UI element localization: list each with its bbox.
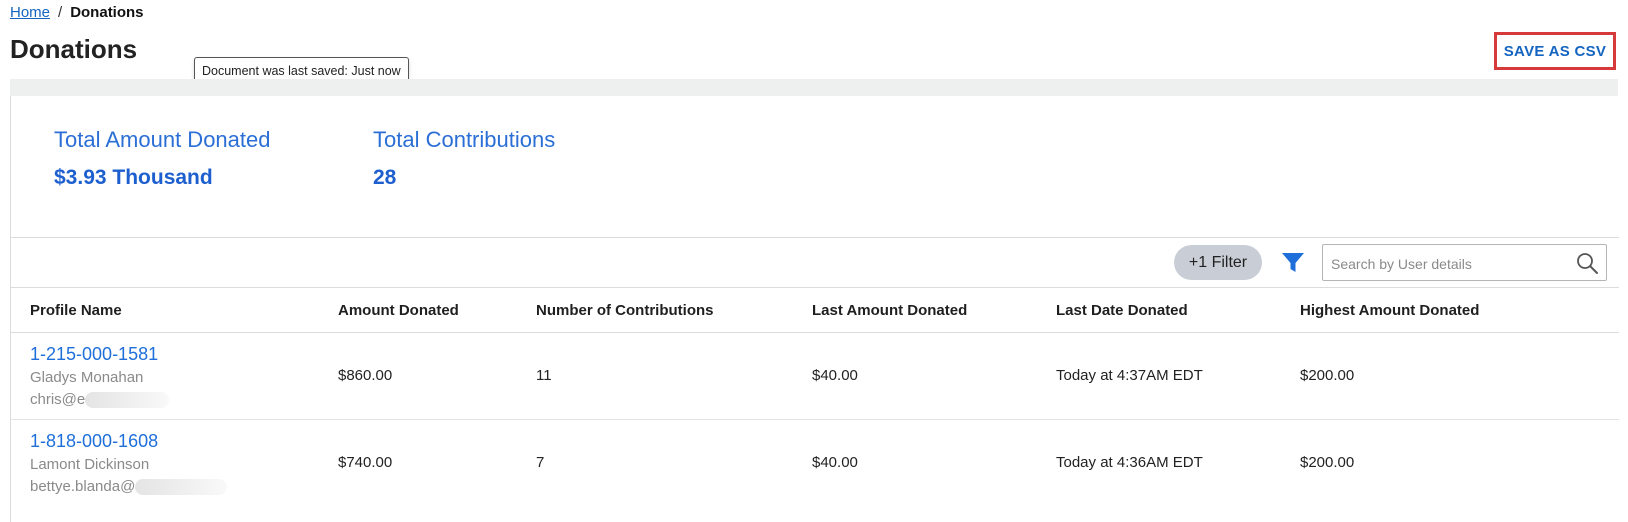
save-as-csv-button[interactable]: SAVE AS CSV [1494,32,1616,70]
email-text: bettye.blanda@ [30,478,136,495]
table-row: 1-818-000-1608 Lamont Dickinson bettye.b… [11,420,1619,522]
breadcrumb-separator: / [58,4,63,21]
cell-number-of-contributions: 7 [536,454,545,471]
cell-number-of-contributions: 11 [536,367,552,384]
column-header-last-date-donated[interactable]: Last Date Donated [1056,302,1188,319]
divider [11,237,1619,238]
breadcrumb-home-link[interactable]: Home [10,4,50,21]
donations-panel: Total Amount Donated $3.93 Thousand Tota… [10,96,1619,522]
header-band [10,79,1618,96]
redacted-blur [85,392,170,409]
funnel-icon[interactable] [1281,252,1305,274]
stat-total-contributions: Total Contributions 28 [373,127,555,190]
breadcrumb: Home / Donations [10,4,144,21]
cell-amount-donated: $860.00 [338,367,393,384]
cell-last-amount-donated: $40.00 [812,454,858,471]
stat-label: Total Contributions [373,127,556,152]
search-icon[interactable] [1575,251,1599,275]
column-header-profile-name[interactable]: Profile Name [30,302,122,319]
profile-name: Gladys Monahan [30,369,144,386]
search-input[interactable] [1329,245,1571,282]
page-title: Donations [10,34,138,64]
stat-label: Total Amount Donated [54,127,271,152]
search-box [1322,244,1607,282]
cell-last-date-donated: Today at 4:36AM EDT [1056,454,1203,471]
column-header-number-of-contributions[interactable]: Number of Contributions [536,302,713,319]
profile-email: bettye.blanda@ [30,478,228,496]
divider [11,287,1619,288]
column-header-last-amount-donated[interactable]: Last Amount Donated [812,302,967,319]
cell-last-amount-donated: $40.00 [812,367,858,384]
cell-amount-donated: $740.00 [338,454,393,471]
breadcrumb-current: Donations [70,4,144,21]
redacted-blur [135,479,228,496]
stat-total-amount: Total Amount Donated $3.93 Thousand [54,127,270,190]
column-header-highest-amount-donated[interactable]: Highest Amount Donated [1300,302,1479,319]
stat-value: 28 [373,166,397,189]
stat-value: $3.93 Thousand [54,166,213,189]
profile-phone-link[interactable]: 1-818-000-1608 [30,431,158,452]
profile-name: Lamont Dickinson [30,456,150,473]
cell-last-date-donated: Today at 4:37AM EDT [1056,367,1203,384]
profile-email: chris@e [30,391,170,409]
email-text: chris@e [30,391,86,408]
table-row: 1-215-000-1581 Gladys Monahan chris@e $8… [11,333,1619,419]
profile-phone-link[interactable]: 1-215-000-1581 [30,344,158,365]
column-header-amount-donated[interactable]: Amount Donated [338,302,459,319]
filter-count-button[interactable]: +1 Filter [1174,245,1262,280]
cell-highest-amount-donated: $200.00 [1300,454,1355,471]
cell-highest-amount-donated: $200.00 [1300,367,1355,384]
